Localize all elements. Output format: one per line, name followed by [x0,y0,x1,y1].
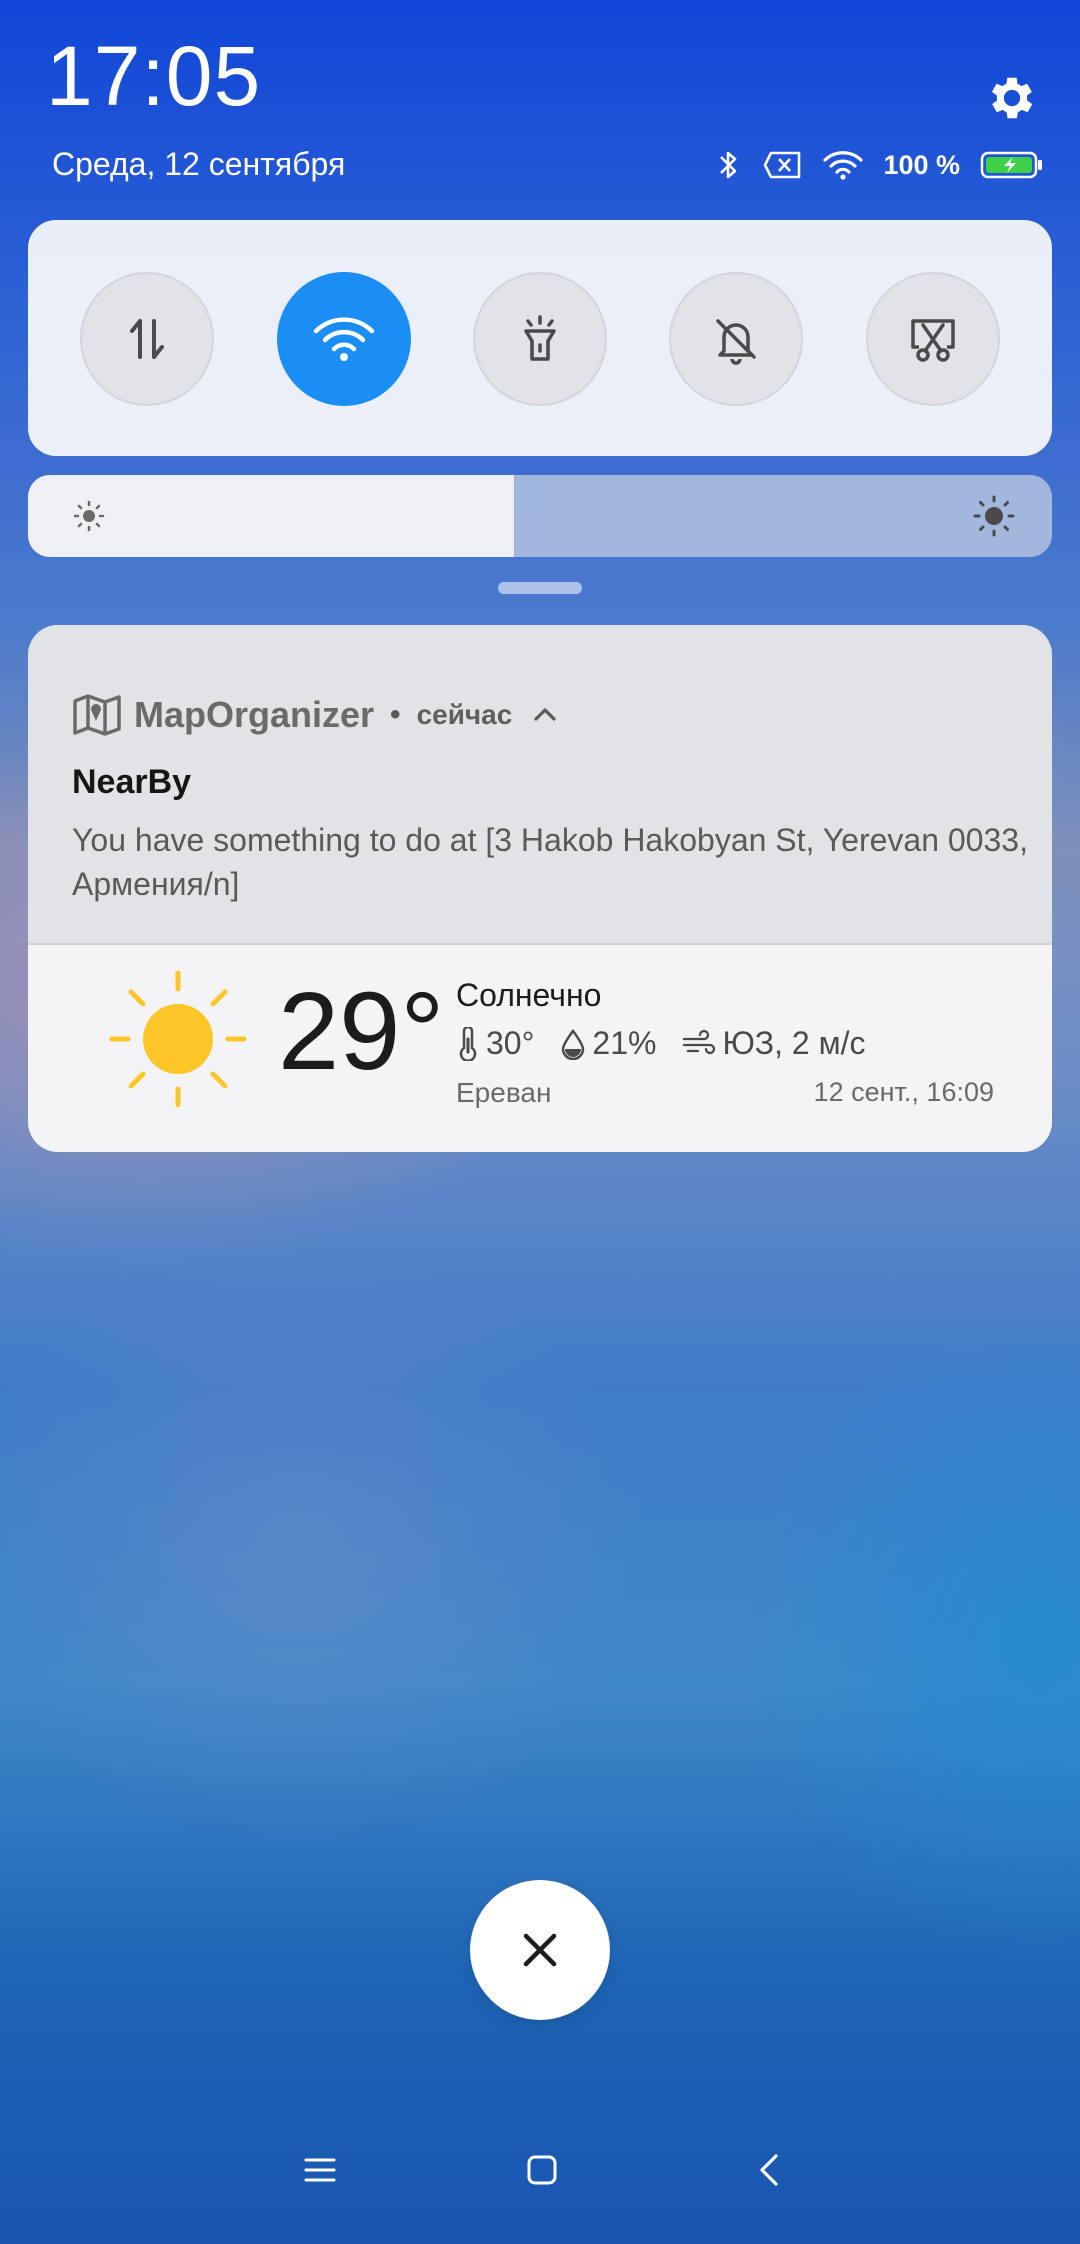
status-bar: 100 % [715,148,1044,182]
date-label: Среда, 12 сентября [52,146,346,182]
wifi-icon [823,151,864,180]
bluetooth-icon [720,151,737,179]
wind-value: ЮЗ, 2 м/с [722,1025,866,1061]
feels-like-temp: 30° [486,1025,535,1061]
notification-app-name: MapOrganizer [134,694,375,735]
notification-card: MapOrganizer • сейчас NearBy You have so… [28,625,1052,1152]
chevron-up-icon[interactable] [530,704,560,726]
wind-icon [683,1029,716,1054]
clear-notifications-button[interactable] [470,1880,610,2020]
notification-title: NearBy [72,763,192,801]
map-icon [73,694,121,736]
toggle-mobile-data[interactable] [80,272,214,406]
separator-dot: • [390,698,401,731]
humidity-group: 21% [560,1025,656,1062]
notification-mapOrganizer[interactable]: MapOrganizer • сейчас NearBy You have so… [28,625,1052,945]
back-icon[interactable] [750,2150,790,2190]
clock[interactable]: 17:05 [46,28,261,125]
brightness-slider[interactable] [28,475,1052,557]
thermometer-icon [459,1026,477,1061]
weather-updated: 12 сент., 16:09 [813,1077,994,1107]
brightness-low-icon [73,500,105,532]
weather-details: 30° 21% ЮЗ, 2 м/с [456,1025,881,1062]
notification-time: сейчас [416,699,513,730]
gear-icon[interactable] [984,70,1040,126]
data-arrows-icon [130,319,164,359]
battery-percent: 100 % [883,149,960,180]
humidity-value: 21% [592,1025,657,1061]
toggle-flashlight[interactable] [473,272,607,406]
notification-header: MapOrganizer • сейчас [72,693,560,737]
weather-city: Ереван [456,1077,552,1108]
close-icon [523,1933,557,1967]
weather-widget[interactable]: 29° Солнечно 30° 21% ЮЗ, 2 м/с Ереван 12… [28,947,1052,1152]
sun-icon [109,970,247,1108]
quick-settings-panel [28,220,1052,456]
temperature: 29° [278,970,445,1093]
home-icon[interactable] [522,2150,562,2190]
bell-off-icon [716,319,756,365]
feels-like-group: 30° [456,1025,534,1062]
battery-charging-icon [980,151,1042,179]
no-sim-icon [764,151,801,179]
panel-handle[interactable] [498,582,582,594]
wifi-icon [313,317,375,361]
menu-icon[interactable] [300,2150,340,2190]
scissors-icon [911,319,955,362]
toggle-silent[interactable] [669,272,803,406]
wind-group: ЮЗ, 2 м/с [682,1025,865,1062]
notification-text: You have something to do at [3 Hakob Hak… [72,822,1028,902]
flashlight-icon [524,315,556,361]
toggle-screenshot[interactable] [866,272,1000,406]
water-drop-icon [562,1028,585,1060]
toggle-wifi[interactable] [277,272,411,406]
brightness-high-icon [973,495,1015,537]
weather-condition: Солнечно [456,977,602,1013]
